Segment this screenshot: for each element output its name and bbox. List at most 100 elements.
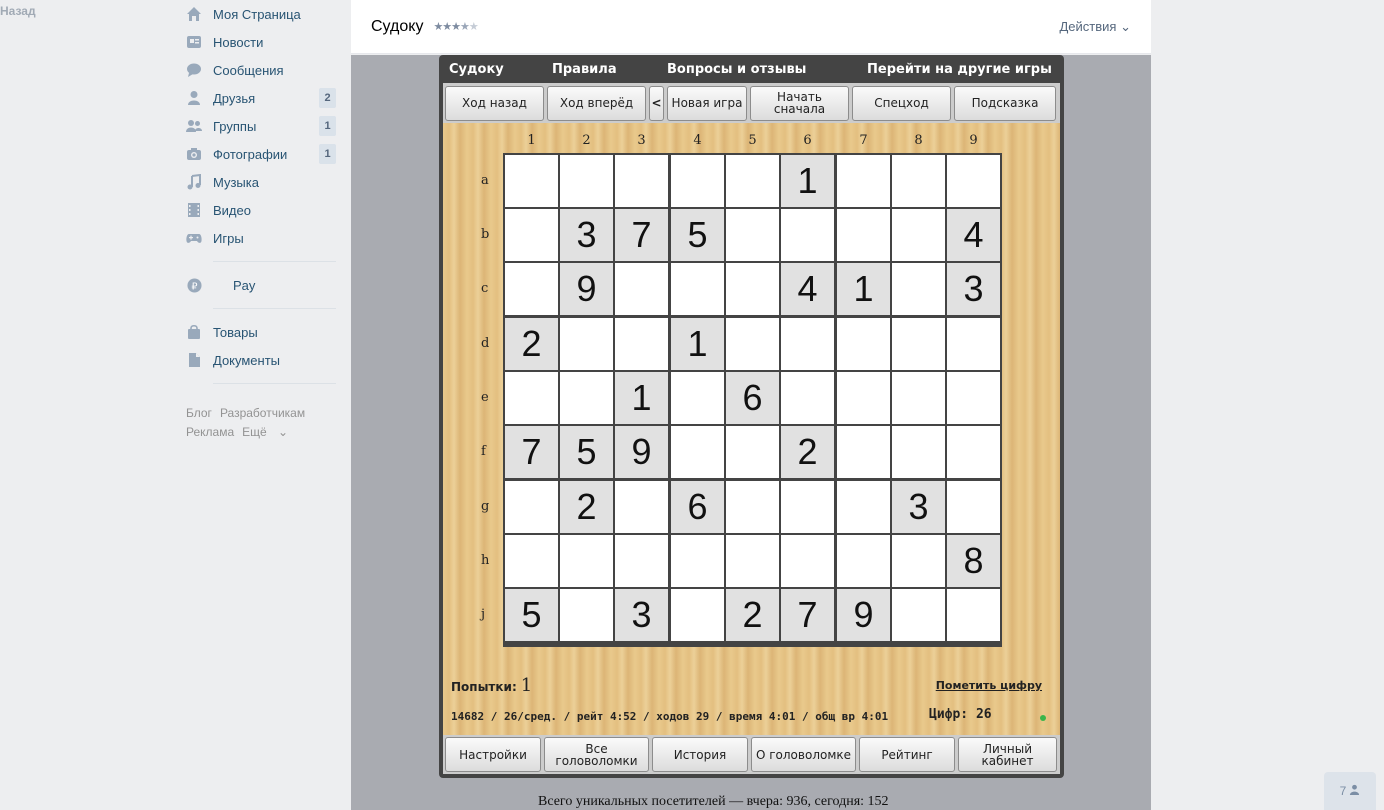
sidebar-item-messages[interactable]: Сообщения xyxy=(186,56,336,84)
sudoku-cell[interactable]: 7 xyxy=(615,209,668,261)
mark-digit-link[interactable]: Пометить цифру xyxy=(936,679,1042,692)
personal-cabinet-button[interactable]: Личный кабинет xyxy=(958,737,1057,772)
sudoku-cell[interactable] xyxy=(947,155,1000,207)
sidebar-item-video[interactable]: Видео xyxy=(186,196,336,224)
sudoku-cell[interactable] xyxy=(560,372,613,424)
sudoku-cell[interactable] xyxy=(892,372,945,424)
sudoku-cell[interactable]: 1 xyxy=(671,318,724,370)
sudoku-cell[interactable] xyxy=(560,155,613,207)
sudoku-cell[interactable] xyxy=(505,372,558,424)
sudoku-cell[interactable] xyxy=(781,372,834,424)
menu-feedback[interactable]: Вопросы и отзывы xyxy=(667,62,806,77)
sudoku-cell[interactable] xyxy=(837,318,890,370)
sudoku-cell[interactable] xyxy=(726,209,779,261)
sudoku-cell[interactable] xyxy=(837,535,890,587)
sudoku-cell[interactable] xyxy=(615,318,668,370)
sudoku-cell[interactable] xyxy=(560,589,613,641)
sudoku-cell[interactable]: 5 xyxy=(671,209,724,261)
footer-link-more[interactable]: Ещё ⌄ xyxy=(242,425,296,439)
footer-link-ads[interactable]: Реклама xyxy=(186,425,234,439)
sudoku-cell[interactable] xyxy=(615,263,668,315)
sudoku-cell[interactable] xyxy=(615,155,668,207)
sudoku-cell[interactable]: 2 xyxy=(560,481,613,533)
sudoku-cell[interactable] xyxy=(560,318,613,370)
sudoku-cell[interactable] xyxy=(947,372,1000,424)
sidebar-item-groups[interactable]: Группы 1 xyxy=(186,112,336,140)
sudoku-cell[interactable] xyxy=(781,535,834,587)
sidebar-item-bag[interactable]: Товары xyxy=(186,318,336,346)
sudoku-cell[interactable] xyxy=(726,155,779,207)
sidebar-item-gamepad[interactable]: Игры xyxy=(186,224,336,252)
actions-dropdown[interactable]: Действия ⌄ xyxy=(1060,19,1132,35)
sudoku-cell[interactable] xyxy=(947,318,1000,370)
sidebar-item-document[interactable]: Документы xyxy=(186,346,336,374)
sudoku-cell[interactable] xyxy=(837,155,890,207)
restart-button[interactable]: Начать сначала xyxy=(750,85,849,121)
sudoku-cell[interactable] xyxy=(671,372,724,424)
redo-button[interactable]: Ход вперёд xyxy=(547,85,646,121)
history-button[interactable]: История xyxy=(652,737,748,772)
settings-button[interactable]: Настройки xyxy=(445,737,541,772)
sudoku-cell[interactable]: 7 xyxy=(781,589,834,641)
sudoku-cell[interactable] xyxy=(671,426,724,478)
sudoku-cell[interactable] xyxy=(615,535,668,587)
sudoku-cell[interactable]: 3 xyxy=(615,589,668,641)
sudoku-cell[interactable]: 1 xyxy=(615,372,668,424)
sidebar-item-music[interactable]: Музыка xyxy=(186,168,336,196)
sudoku-cell[interactable]: 3 xyxy=(947,263,1000,315)
sudoku-cell[interactable] xyxy=(892,209,945,261)
sudoku-cell[interactable]: 7 xyxy=(505,426,558,478)
prev-game-button[interactable]: < xyxy=(649,85,664,121)
sudoku-cell[interactable]: 5 xyxy=(560,426,613,478)
sudoku-cell[interactable] xyxy=(837,209,890,261)
sudoku-cell[interactable]: 3 xyxy=(560,209,613,261)
sudoku-cell[interactable] xyxy=(781,318,834,370)
sudoku-cell[interactable]: 1 xyxy=(837,263,890,315)
sudoku-cell[interactable] xyxy=(947,481,1000,533)
sudoku-cell[interactable]: 2 xyxy=(726,589,779,641)
all-puzzles-button[interactable]: Все головоломки xyxy=(544,737,649,772)
sudoku-cell[interactable] xyxy=(892,318,945,370)
sudoku-cell[interactable] xyxy=(560,535,613,587)
sudoku-cell[interactable]: 9 xyxy=(837,589,890,641)
sudoku-cell[interactable] xyxy=(671,535,724,587)
sudoku-cell[interactable] xyxy=(837,426,890,478)
sudoku-cell[interactable]: 5 xyxy=(505,589,558,641)
sidebar-item-news[interactable]: Новости xyxy=(186,28,336,56)
sudoku-cell[interactable] xyxy=(615,481,668,533)
about-puzzle-button[interactable]: О головоломке xyxy=(751,737,856,772)
sudoku-cell[interactable] xyxy=(505,155,558,207)
sudoku-cell[interactable] xyxy=(505,481,558,533)
back-link[interactable]: Назад xyxy=(0,4,36,18)
new-game-button[interactable]: Новая игра xyxy=(667,85,747,121)
sidebar-item-home[interactable]: Моя Страница xyxy=(186,0,336,28)
sudoku-cell[interactable]: 6 xyxy=(671,481,724,533)
sudoku-cell[interactable] xyxy=(726,426,779,478)
sudoku-cell[interactable]: 9 xyxy=(560,263,613,315)
menu-other-games[interactable]: Перейти на другие игры xyxy=(867,62,1052,77)
sudoku-cell[interactable]: 8 xyxy=(947,535,1000,587)
sidebar-item-camera[interactable]: Фотографии 1 xyxy=(186,140,336,168)
sudoku-cell[interactable] xyxy=(837,481,890,533)
rating-button[interactable]: Рейтинг xyxy=(859,737,955,772)
menu-rules[interactable]: Правила xyxy=(552,62,617,77)
sudoku-cell[interactable] xyxy=(892,535,945,587)
sudoku-cell[interactable]: 6 xyxy=(726,372,779,424)
sudoku-cell[interactable] xyxy=(726,318,779,370)
sidebar-item-pay[interactable]: ₽ Pay xyxy=(186,271,336,299)
footer-link-blog[interactable]: Блог xyxy=(186,406,212,420)
sudoku-cell[interactable] xyxy=(781,209,834,261)
sudoku-cell[interactable]: 9 xyxy=(615,426,668,478)
menu-sudoku[interactable]: Судоку xyxy=(449,62,504,77)
sudoku-cell[interactable] xyxy=(947,589,1000,641)
sudoku-cell[interactable] xyxy=(505,263,558,315)
sudoku-cell[interactable]: 1 xyxy=(781,155,834,207)
undo-button[interactable]: Ход назад xyxy=(445,85,544,121)
special-move-button[interactable]: Спецход xyxy=(852,85,951,121)
footer-link-developers[interactable]: Разработчикам xyxy=(220,406,305,420)
sudoku-cell[interactable] xyxy=(892,263,945,315)
hint-button[interactable]: Подсказка xyxy=(954,85,1056,121)
sudoku-cell[interactable] xyxy=(671,155,724,207)
sudoku-cell[interactable] xyxy=(726,481,779,533)
sudoku-cell[interactable] xyxy=(671,589,724,641)
